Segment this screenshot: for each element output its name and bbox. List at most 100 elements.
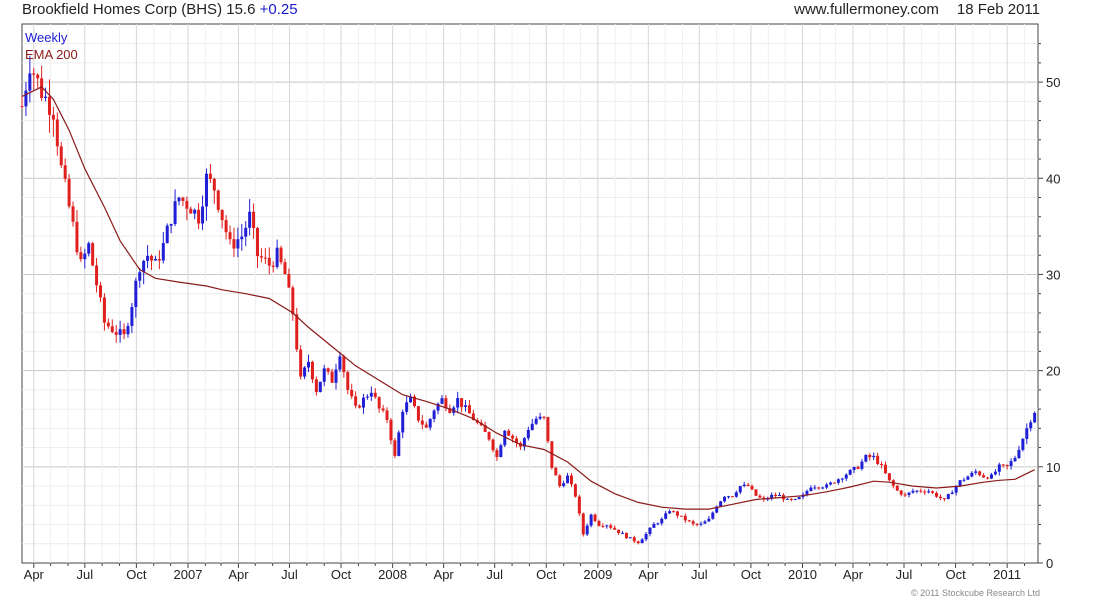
candle-body [1009,461,1013,466]
candle-body [573,484,577,497]
x-tick-label: 2008 [378,567,407,582]
candle-body [275,247,279,267]
candle-body [389,419,393,441]
candle-body [173,201,177,224]
candle-body [24,90,28,107]
x-tick-label: Oct [945,567,966,582]
candle-body [55,119,59,147]
candle-body [675,511,679,516]
candle-body [310,361,314,380]
candle-body [460,398,464,407]
candle-body [467,405,471,414]
candle-body [464,405,468,407]
candle-body [581,513,585,535]
candle-body [554,467,558,476]
candle-body [185,200,189,209]
candle-body [361,397,365,408]
candle-body [793,499,797,501]
candle-body [785,498,789,500]
candle-body [346,372,350,390]
ema-200-line [21,86,1035,510]
candle-body [106,322,110,327]
candle-body [542,416,546,418]
x-tick-label: Jul [76,567,93,582]
x-tick-label: Apr [434,567,455,582]
candle-body [899,490,903,495]
candle-body [774,494,778,497]
candle-body [817,487,821,489]
candle-body [153,258,157,261]
candle-body [393,440,397,456]
x-tick-label: Apr [843,567,864,582]
candle-body [699,523,703,525]
copyright-note: © 2011 Stockcube Research Ltd [910,588,1040,598]
candle-body [507,430,511,436]
candle-body [432,410,436,419]
candle-body [36,74,40,79]
candle-body [797,497,801,500]
candle-body [648,527,652,534]
candle-body [444,398,448,409]
candle-body [303,367,307,377]
candle-body [75,221,79,253]
x-tick-label: Apr [24,567,45,582]
x-tick-label: 2010 [788,567,817,582]
x-tick-label: Oct [536,567,557,582]
candle-body [295,314,299,350]
candle-body [613,527,617,530]
candle-body [993,471,997,475]
candle-body [224,220,228,233]
candle-body [852,467,856,470]
candle-body [750,486,754,490]
candle-body [809,487,813,491]
candle-body [322,368,326,382]
candle-body [405,402,409,412]
candle-body [883,464,887,474]
candle-body [208,173,212,179]
candle-body [672,511,676,513]
candle-body [950,492,954,495]
candle-body [778,494,782,497]
candle-body [880,464,884,466]
candle-body [271,265,275,267]
candle-body [150,255,154,261]
candle-body [220,209,224,221]
candle-body [656,523,660,525]
candle-body [201,206,205,224]
candle-body [130,307,134,326]
candle-body [660,518,664,524]
candle-body [126,325,130,335]
candle-body [624,532,628,539]
candle-body [91,243,95,266]
candle-body [577,496,581,514]
candle-body [695,523,699,525]
candle-body [832,482,836,484]
candle-body [738,486,742,493]
candle-body [609,525,613,528]
candle-body [365,396,369,398]
candle-body [605,525,609,527]
candle-body [102,297,106,323]
y-tick-label: 40 [1046,171,1060,186]
candle-body [860,461,864,469]
candle-body [287,274,291,288]
candle-body [228,232,232,240]
x-tick-label: 2009 [583,567,612,582]
y-tick-label: 30 [1046,267,1060,282]
candle-body [868,454,872,458]
candle-body [44,96,48,98]
x-tick-label: Jul [281,567,298,582]
candle-body [876,455,880,465]
candle-body [754,489,758,496]
candle-body [291,287,295,315]
candle-body [978,471,982,476]
candle-body [499,445,503,458]
candle-body [491,439,495,451]
candle-body [954,486,958,493]
candle-body [632,537,636,542]
candle-body [652,523,656,528]
candle-body [189,208,193,214]
candle-body [836,479,840,483]
candle-body [314,379,318,393]
candle-body [585,525,589,535]
